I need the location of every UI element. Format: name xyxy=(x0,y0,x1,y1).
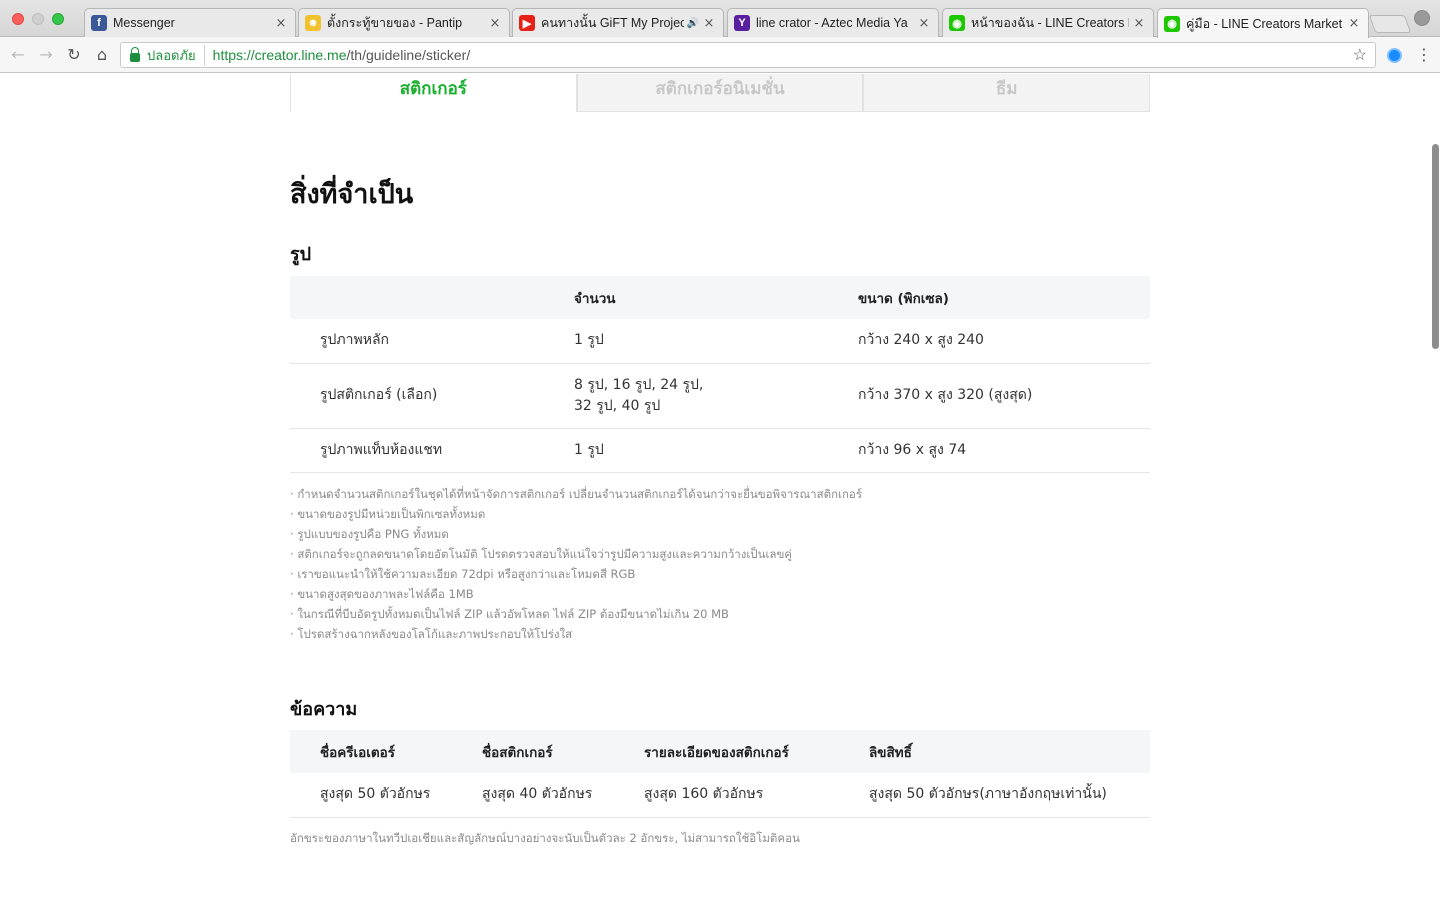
close-tab-icon[interactable]: × xyxy=(1348,16,1360,31)
list-item: สติกเกอร์จะถูกลดขนาดโดยอัตโนมัติ โปรดตรว… xyxy=(290,544,862,564)
tab-title: Messenger xyxy=(113,16,175,30)
facebook-icon: f xyxy=(91,15,107,31)
list-item: เราขอแนะนำให้ใช้ความละเอียด 72dpi หรือสู… xyxy=(290,564,862,584)
list-item: โปรดสร้างฉากหลังของโลโก้และภาพประกอบให้โ… xyxy=(290,624,862,644)
youtube-icon: ▶ xyxy=(519,15,535,31)
tab-theme[interactable]: ธีม xyxy=(863,74,1151,112)
text-spec-table: ชื่อครีเอเตอร์ ชื่อสติกเกอร์ รายละเอียดข… xyxy=(290,730,1150,818)
tab-title: line crator - Aztec Media Ya xyxy=(756,16,908,30)
browser-menu-icon[interactable]: ⋮ xyxy=(1416,45,1432,64)
row-name: รูปภาพแท็บห้องแชท xyxy=(290,428,574,473)
text-footnote: อักขระของภาษาในทวีปเอเชียและสัญลักษณ์บาง… xyxy=(290,831,800,845)
tab-title: ตั้งกระทู้ขายของ - Pantip xyxy=(327,16,463,30)
yahoo-icon: Y xyxy=(734,15,750,31)
tab-title: หน้าของฉัน - LINE Creators M xyxy=(971,16,1129,30)
image-spec-table: จำนวน ขนาด (พิกเซล) รูปภาพหลัก 1 รูป กว้… xyxy=(290,276,1150,473)
speaker-icon[interactable]: 🔊 xyxy=(687,18,699,29)
cell-description: สูงสุด 160 ตัวอักษร xyxy=(644,773,869,818)
close-tab-icon[interactable]: × xyxy=(1133,16,1145,31)
list-item: ในกรณีที่บีบอัดรูปทั้งหมดเป็นไฟล์ ZIP แล… xyxy=(290,604,862,624)
tab-title: คู่มือ - LINE Creators Market xyxy=(1186,16,1343,31)
address-bar[interactable]: ปลอดภัย https://creator.line.me/th/guide… xyxy=(120,42,1376,68)
browser-tab[interactable]: f Messenger × xyxy=(84,8,296,37)
browser-tab[interactable]: ◉ หน้าของฉัน - LINE Creators M × xyxy=(942,8,1154,37)
lock-icon xyxy=(130,46,140,62)
column-header-creator: ชื่อครีเอเตอร์ xyxy=(290,730,482,773)
reload-button[interactable]: ↻ xyxy=(64,45,84,65)
table-row: รูปสติกเกอร์ (เลือก) 8 รูป, 16 รูป, 24 ร… xyxy=(290,363,1150,429)
list-item: กำหนดจำนวนสติกเกอร์ในชุดได้ที่หน้าจัดการ… xyxy=(290,484,862,504)
sticker-type-tabs: สติกเกอร์ สติกเกอร์อนิเมชั่น ธีม xyxy=(290,74,1151,112)
browser-tab[interactable]: Yline crator - Aztec Media Ya × xyxy=(727,8,939,37)
column-header-copyright: ลิขสิทธิ์ xyxy=(869,730,1150,773)
row-size: กว้าง 370 x สูง 320 (สูงสุด) xyxy=(858,363,1150,429)
close-tab-icon[interactable]: × xyxy=(703,16,715,31)
row-name: รูปสติกเกอร์ (เลือก) xyxy=(290,363,574,429)
url-path: /th/guideline/sticker/ xyxy=(346,47,471,63)
table-header-row: จำนวน ขนาด (พิกเซล) xyxy=(290,276,1150,319)
table-row: รูปภาพแท็บห้องแชท 1 รูป กว้าง 96 x สูง 7… xyxy=(290,428,1150,473)
line-icon: ◉ xyxy=(1164,15,1180,32)
column-header-size: ขนาด (พิกเซล) xyxy=(858,276,1150,319)
close-window-button[interactable] xyxy=(12,13,24,25)
cell-sticker-name: สูงสุด 40 ตัวอักษร xyxy=(482,773,644,818)
tab-animated-sticker[interactable]: สติกเกอร์อนิเมชั่น xyxy=(576,74,864,112)
home-button[interactable]: ⌂ xyxy=(92,45,112,65)
row-count: 1 รูป xyxy=(574,428,858,473)
url-host: https://creator.line.me xyxy=(212,47,347,63)
text-heading: ข้อความ xyxy=(290,699,358,720)
extension-icon[interactable] xyxy=(1387,48,1402,63)
browser-tab[interactable]: ▶ คนทางนั้น GiFT My Project 🔊 × xyxy=(512,8,724,37)
column-header xyxy=(290,276,574,319)
table-row: สูงสุด 50 ตัวอักษร สูงสุด 40 ตัวอักษร สู… xyxy=(290,773,1150,818)
row-size: กว้าง 240 x สูง 240 xyxy=(858,319,1150,364)
cell-creator: สูงสุด 50 ตัวอักษร xyxy=(290,773,482,818)
pantip-icon: ☻ xyxy=(305,15,321,31)
tab-sticker[interactable]: สติกเกอร์ xyxy=(290,74,577,112)
new-tab-button[interactable] xyxy=(1368,15,1412,33)
close-tab-icon[interactable]: × xyxy=(489,16,501,31)
close-tab-icon[interactable]: × xyxy=(918,16,930,31)
vertical-scrollbar[interactable] xyxy=(1432,144,1439,349)
profile-icon[interactable] xyxy=(1414,10,1430,26)
bookmark-star-icon[interactable]: ☆ xyxy=(1353,45,1367,65)
browser-tab[interactable]: ◉ คู่มือ - LINE Creators Market × xyxy=(1157,8,1369,38)
column-header-description: รายละเอียดของสติกเกอร์ xyxy=(644,730,869,773)
browser-toolbar: ← → ↻ ⌂ ปลอดภัย https://creator.line.me/… xyxy=(0,37,1440,73)
url-text[interactable]: https://creator.line.me/th/guideline/sti… xyxy=(213,47,471,63)
column-header-count: จำนวน xyxy=(574,276,858,319)
secure-label: ปลอดภัย xyxy=(147,44,205,66)
browser-tab-bar: f Messenger × ☻ ตั้งกระทู้ขายของ - Pantip × ▶ ค… xyxy=(0,0,1440,38)
image-notes-list: กำหนดจำนวนสติกเกอร์ในชุดได้ที่หน้าจัดการ… xyxy=(290,484,862,644)
row-count: 1 รูป xyxy=(574,319,858,364)
minimize-window-button[interactable] xyxy=(32,13,44,25)
list-item: ขนาดของรูปมีหน่วยเป็นพิกเซลทั้งหมด xyxy=(290,504,862,524)
table-header-row: ชื่อครีเอเตอร์ ชื่อสติกเกอร์ รายละเอียดข… xyxy=(290,730,1150,773)
table-row: รูปภาพหลัก 1 รูป กว้าง 240 x สูง 240 xyxy=(290,319,1150,364)
list-item: ขนาดสูงสุดของภาพละไฟล์คือ 1MB xyxy=(290,584,862,604)
line-icon: ◉ xyxy=(949,15,965,31)
list-item: รูปแบบของรูปคือ PNG ทั้งหมด xyxy=(290,524,862,544)
maximize-window-button[interactable] xyxy=(52,13,64,25)
cell-copyright: สูงสุด 50 ตัวอักษร(ภาษาอังกฤษเท่านั้น) xyxy=(869,773,1150,818)
page-title: สิ่งที่จำเป็น xyxy=(290,179,414,210)
row-count: 8 รูป, 16 รูป, 24 รูป, 32 รูป, 40 รูป xyxy=(574,363,858,429)
tab-title: คนทางนั้น GiFT My Project xyxy=(541,16,684,30)
forward-button[interactable]: → xyxy=(36,45,56,65)
close-tab-icon[interactable]: × xyxy=(275,16,287,31)
back-button[interactable]: ← xyxy=(8,45,28,65)
row-name: รูปภาพหลัก xyxy=(290,319,574,364)
page-viewport: สติกเกอร์ สติกเกอร์อนิเมชั่น ธีม สิ่งที่… xyxy=(0,74,1440,900)
images-heading: รูป xyxy=(290,244,312,265)
browser-tab[interactable]: ☻ ตั้งกระทู้ขายของ - Pantip × xyxy=(298,8,510,37)
column-header-sticker-name: ชื่อสติกเกอร์ xyxy=(482,730,644,773)
row-size: กว้าง 96 x สูง 74 xyxy=(858,428,1150,473)
